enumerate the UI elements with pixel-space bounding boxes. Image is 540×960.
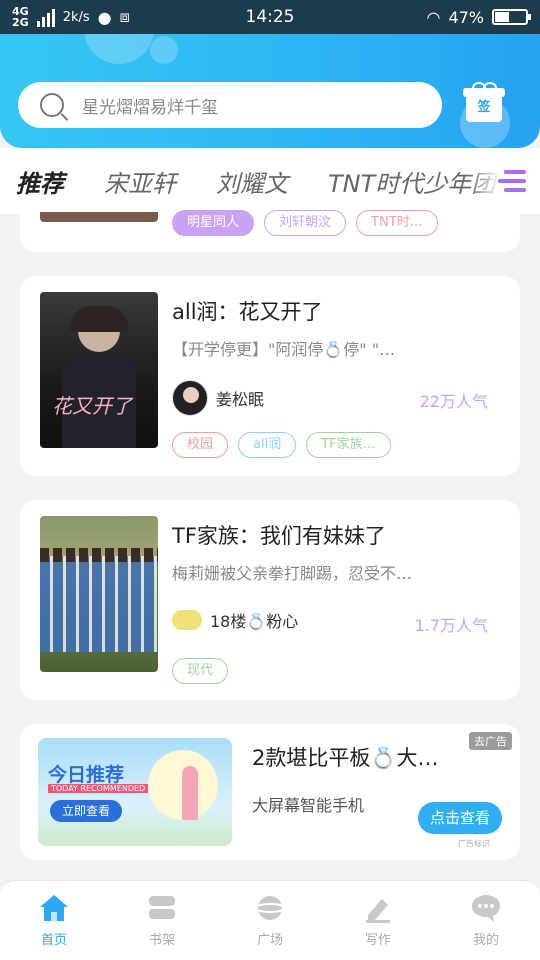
nav-bookshelf[interactable]: 书架 xyxy=(108,881,216,960)
tag[interactable]: TF家族… xyxy=(306,432,391,458)
nav-write[interactable]: 写作 xyxy=(324,881,432,960)
planet-icon xyxy=(254,896,286,920)
nav-mine[interactable]: 我的 xyxy=(432,881,540,960)
ad-image-sub: TODAY RECOMMENDED xyxy=(48,784,149,793)
author-name: 18楼💍粉心 xyxy=(210,612,299,631)
decor-bubble xyxy=(150,36,178,64)
ad-card[interactable]: 今日推荐 TODAY RECOMMENDED 立即查看 2款堪比平板💍大… 大屏… xyxy=(20,724,520,860)
screenshot-icon: ⧈ xyxy=(119,7,130,26)
tag[interactable]: 校园 xyxy=(172,432,229,458)
tab-liu-yaowen[interactable]: 刘耀文 xyxy=(216,164,288,199)
pen-icon xyxy=(366,899,390,923)
ad-badge[interactable]: 去广告 xyxy=(469,732,512,750)
story-title: all润：花又开了 xyxy=(172,300,323,324)
search-bar[interactable]: 星光熠熠易烊千玺 xyxy=(18,82,442,128)
popularity: 22万人气 xyxy=(419,392,488,411)
home-icon xyxy=(40,895,68,921)
wifi-icon: ◠ xyxy=(426,7,441,27)
tag[interactable]: 现代 xyxy=(172,658,229,684)
tag[interactable]: all润 xyxy=(238,432,297,458)
chat-icon xyxy=(472,895,500,922)
checkin-gift-button[interactable]: 签 xyxy=(460,82,510,148)
tab-song-yaxuan[interactable]: 宋亚轩 xyxy=(104,164,176,199)
bookshelf-icon xyxy=(149,896,175,919)
ad-image-button: 立即查看 xyxy=(50,800,123,822)
avatar xyxy=(172,380,208,416)
story-card[interactable]: TF家族：我们有妹妹了 梅莉姗被父亲拳打脚踢，忍受不… 18楼💍粉心 1.7万人… xyxy=(20,500,520,700)
search-icon xyxy=(40,93,64,117)
ad-title: 2款堪比平板💍大… xyxy=(252,746,439,770)
nav-label: 广场 xyxy=(256,933,283,948)
tag[interactable]: 刘轩朝汶 xyxy=(264,210,347,236)
book-cover xyxy=(40,212,158,222)
book-cover: 花又开了 xyxy=(40,292,158,448)
cover-title: 花又开了 xyxy=(52,394,132,418)
story-title: TF家族：我们有妹妹了 xyxy=(172,524,386,548)
tag[interactable]: 明星同人 xyxy=(172,210,255,236)
nav-home[interactable]: 首页 xyxy=(0,881,108,960)
story-card[interactable]: 花又开了 all润：花又开了 【开学停更】"阿润停💍停" "… 姜松眠 22万人… xyxy=(20,276,520,476)
story-desc: 【开学停更】"阿润停💍停" "… xyxy=(172,340,396,359)
author[interactable]: 姜松眠 xyxy=(172,380,264,416)
battery-icon xyxy=(492,9,531,25)
network-speed: 2k/s xyxy=(62,9,90,25)
status-bar: 4G 2G 2k/s ● ⧈ 14:25 ◠ 47% xyxy=(0,0,540,34)
network-type: 4G 2G xyxy=(12,5,29,29)
tag[interactable]: TNT时… xyxy=(356,210,438,236)
ad-view-button[interactable]: 点击查看 xyxy=(417,802,502,834)
ad-small-label: 广告标识 xyxy=(458,839,490,848)
ad-image-title: 今日推荐 xyxy=(48,764,125,786)
nav-label: 写作 xyxy=(364,933,391,948)
author[interactable]: 18楼💍粉心 xyxy=(172,608,298,632)
nav-label: 首页 xyxy=(40,933,67,948)
ad-image: 今日推荐 TODAY RECOMMENDED 立即查看 xyxy=(38,738,232,846)
author-name: 姜松眠 xyxy=(216,390,265,409)
nav-square[interactable]: 广场 xyxy=(216,881,324,960)
menu-icon[interactable] xyxy=(498,168,526,194)
book-cover xyxy=(40,516,158,672)
story-desc: 梅莉姗被父亲拳打脚踢，忍受不… xyxy=(172,564,413,583)
nav-label: 我的 xyxy=(472,933,499,948)
story-card[interactable]: 明星同人 刘轩朝汶 TNT时… xyxy=(20,200,520,252)
search-placeholder: 星光熠熠易烊千玺 xyxy=(82,97,218,118)
nav-label: 书架 xyxy=(148,933,175,948)
wechat-icon: ● xyxy=(97,7,112,27)
ad-desc: 大屏幕智能手机 xyxy=(252,796,365,815)
tab-recommend[interactable]: 推荐 xyxy=(16,164,64,214)
battery-percent: 47% xyxy=(448,7,484,27)
bottom-nav: 首页 书架 广场 写作 我的 xyxy=(0,880,540,960)
popularity: 1.7万人气 xyxy=(414,616,488,635)
checkin-label: 签 xyxy=(466,94,502,122)
avatar xyxy=(172,610,202,630)
signal-icon xyxy=(36,7,55,27)
